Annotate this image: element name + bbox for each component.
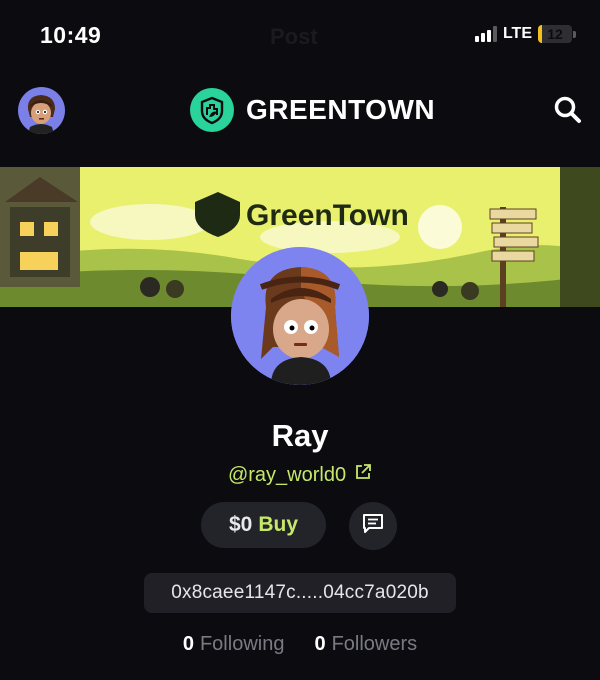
ghost-title: Post [270, 24, 318, 49]
buy-button[interactable]: $0 Buy [201, 502, 326, 548]
profile-name: Ray [271, 418, 329, 453]
greentown-logo-icon [190, 88, 234, 132]
following-label: Following [199, 633, 285, 655]
following-stat[interactable]: 0 Following [183, 633, 285, 656]
profile-avatar [231, 247, 369, 385]
following-count: 0 [182, 633, 194, 655]
brand-name: GREENTOWN [246, 94, 436, 125]
buy-price: $0 [228, 513, 253, 536]
app-header: GREENTOWN [0, 80, 600, 144]
status-time: 10:49 [40, 22, 102, 48]
avatar[interactable] [18, 87, 65, 134]
wallet-address[interactable]: 0x8caee1147c.....04cc7a020b [144, 573, 456, 613]
signal-icon [474, 26, 497, 42]
search-icon[interactable] [552, 94, 584, 126]
followers-label: Followers [331, 633, 418, 655]
followers-stat[interactable]: 0 Followers [314, 633, 417, 656]
battery-level: 12 [547, 26, 563, 42]
banner-title: GreenTown [246, 199, 409, 232]
follow-stats: 0 Following 0 Followers [0, 633, 600, 656]
profile-handle: @ray_world0 [227, 463, 347, 486]
status-bar: 10:49 Post LTE 12 [0, 0, 600, 72]
network-label: LTE [502, 25, 532, 42]
status-indicators: LTE 12 [474, 25, 576, 43]
message-icon [361, 512, 385, 541]
profile-handle-link[interactable]: @ray_world0 [0, 463, 600, 487]
message-button[interactable] [349, 502, 397, 550]
followers-count: 0 [314, 633, 326, 655]
external-link-icon [354, 463, 372, 487]
battery-icon: 12 [538, 25, 576, 43]
buy-label: Buy [258, 513, 299, 536]
brand[interactable]: GREENTOWN [190, 88, 435, 132]
